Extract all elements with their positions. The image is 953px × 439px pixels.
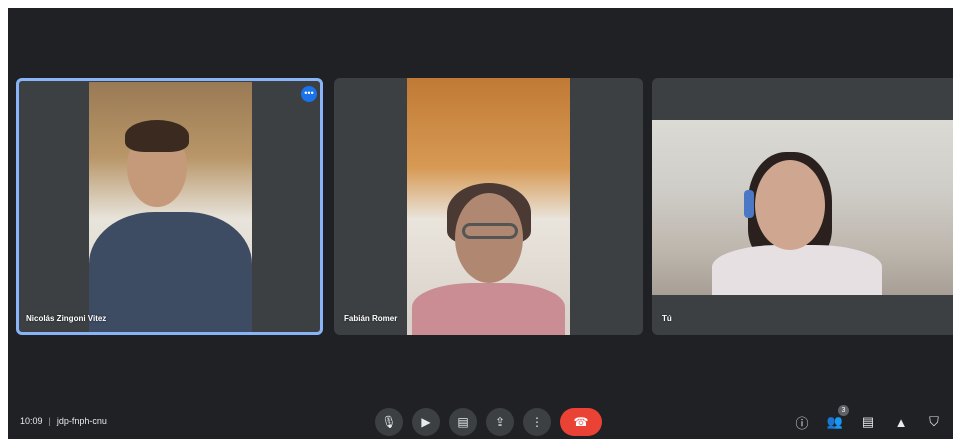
chat-icon: ▤: [861, 414, 875, 429]
people-button[interactable]: 👥 3: [826, 405, 849, 431]
meeting-details-button[interactable]: ⓘ: [793, 413, 811, 431]
meeting-code: jdp-fnph-cnu: [56, 416, 107, 426]
side-panel-tools: ⓘ 👥 3 ▤ ▲ ⛉: [793, 405, 943, 438]
info-icon: ⓘ: [795, 415, 809, 431]
camera-icon: ▶: [421, 415, 431, 429]
call-controls: 🎙 ▶ ▤ ⇪ ⋮ ☎: [375, 406, 602, 438]
present-button[interactable]: ⇪: [486, 408, 514, 436]
end-call-button[interactable]: ☎: [560, 408, 602, 436]
participant-video-3: [652, 120, 953, 295]
more-dots-icon[interactable]: •••: [301, 86, 317, 102]
participant-video-1: [89, 82, 252, 332]
participant-tile-1[interactable]: ••• Nicolás Zingoni Vitez: [16, 78, 323, 335]
chat-button[interactable]: ▤: [859, 413, 877, 431]
more-options-icon: ⋮: [531, 415, 543, 429]
more-options-button[interactable]: ⋮: [523, 408, 551, 436]
mic-button[interactable]: 🎙: [375, 408, 403, 436]
people-icon: 👥: [826, 414, 844, 429]
mic-icon: 🎙: [381, 415, 397, 429]
meeting-separator: |: [48, 416, 51, 426]
present-icon: ⇪: [494, 415, 506, 429]
end-call-icon: ☎: [573, 415, 589, 429]
captions-icon: ▤: [457, 415, 469, 429]
participant-tile-2[interactable]: Fabián Romer: [334, 78, 643, 335]
activities-icon: ▲: [894, 414, 908, 430]
activities-button[interactable]: ▲: [892, 413, 910, 431]
meeting-time: 10:09: [20, 416, 43, 426]
meet-window: ••• Nicolás Zingoni Vitez Fabián Romer T…: [8, 8, 953, 439]
participant-name-3: Tú: [662, 314, 672, 323]
camera-button[interactable]: ▶: [412, 408, 440, 436]
participant-video-2: [407, 78, 570, 335]
participant-tile-3[interactable]: Tú: [652, 78, 953, 335]
shield-icon: ⛉: [929, 414, 939, 429]
meeting-info: 10:09 | jdp-fnph-cnu: [20, 416, 107, 426]
captions-button[interactable]: ▤: [449, 408, 477, 436]
people-count-badge: 3: [838, 405, 849, 416]
host-controls-button[interactable]: ⛉: [925, 413, 943, 431]
participant-name-1: Nicolás Zingoni Vitez: [26, 314, 107, 323]
participant-name-2: Fabián Romer: [344, 314, 398, 323]
